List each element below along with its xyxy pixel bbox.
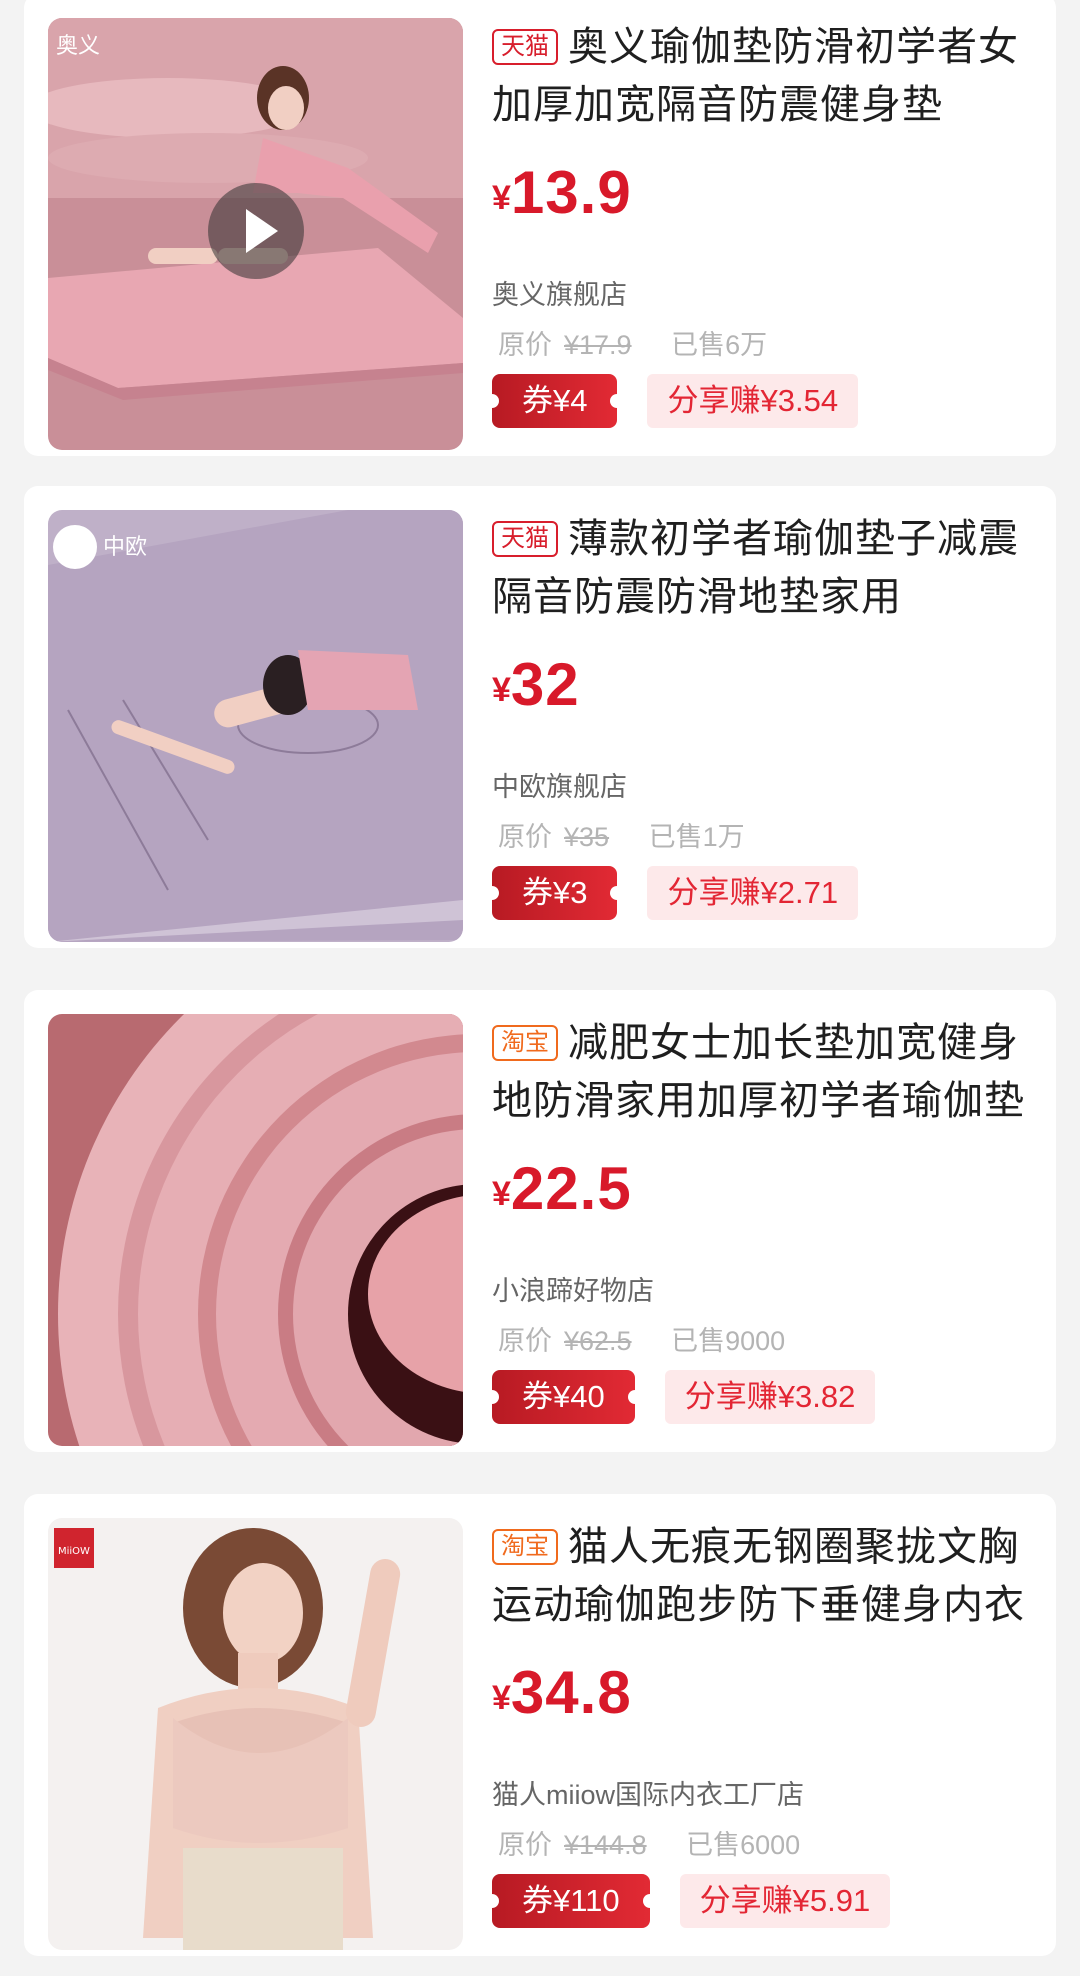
- product-actions: 券¥110 分享赚¥5.91: [485, 1874, 891, 1928]
- original-price-value: ¥35: [564, 822, 610, 852]
- brand-logo: 奥义: [56, 34, 100, 59]
- product-info: 淘宝 猫人无痕无钢圈聚拢文胸运动瑜伽跑步防下垂健身内衣 ¥34.8 猫人miiow…: [485, 1518, 1032, 1950]
- coupon-button[interactable]: 券¥110: [485, 1874, 657, 1928]
- original-price-label: 原价: [498, 1830, 552, 1860]
- price-meta: 原价 ¥35 已售1万: [498, 815, 745, 854]
- price-value: 22.5: [510, 1155, 632, 1222]
- shop-name[interactable]: 小浪蹄好物店: [492, 1269, 654, 1308]
- sold-count: 已售9000: [671, 1326, 786, 1356]
- shop-name[interactable]: 奥义旗舰店: [492, 273, 627, 312]
- product-title-text: 猫人无痕无钢圈聚拢文胸运动瑜伽跑步防下垂健身内衣: [492, 1525, 1025, 1627]
- shop-name[interactable]: 中欧旗舰店: [492, 765, 627, 804]
- product-title[interactable]: 淘宝 减肥女士加长垫加宽健身地防滑家用加厚初学者瑜伽垫: [492, 1014, 1032, 1130]
- brand-logo: MiiOW: [58, 1546, 90, 1557]
- sold-count: 已售1万: [648, 822, 745, 852]
- share-earn-button[interactable]: 分享赚¥3.54: [647, 374, 859, 428]
- currency-symbol: ¥: [492, 1679, 511, 1717]
- price: ¥22.5: [492, 1154, 632, 1223]
- product-image[interactable]: MiiOW: [48, 1518, 463, 1950]
- share-earn-button[interactable]: 分享赚¥3.82: [664, 1370, 876, 1424]
- product-image[interactable]: [48, 1014, 463, 1446]
- product-info: 天猫 薄款初学者瑜伽垫子减震隔音防震防滑地垫家用 ¥32 中欧旗舰店 原价 ¥35 …: [484, 510, 1032, 942]
- platform-badge: 淘宝: [492, 1025, 558, 1061]
- coupon-button[interactable]: 券¥4: [484, 374, 625, 428]
- original-price-value: ¥144.8: [564, 1830, 647, 1860]
- price-meta: 原价 ¥17.9 已售6万: [498, 323, 767, 362]
- original-price: 原价 ¥62.5: [498, 1326, 632, 1356]
- price: ¥34.8: [492, 1658, 632, 1727]
- currency-symbol: ¥: [492, 671, 511, 709]
- product-title-text: 奥义瑜伽垫防滑初学者女加厚加宽隔音防震健身垫: [492, 25, 1019, 127]
- price-value: 34.8: [510, 1659, 632, 1726]
- product-title[interactable]: 淘宝 猫人无痕无钢圈聚拢文胸运动瑜伽跑步防下垂健身内衣: [492, 1518, 1032, 1634]
- original-price-label: 原价: [498, 330, 552, 360]
- price: ¥13.9: [492, 158, 632, 227]
- coupon-button[interactable]: 券¥40: [485, 1370, 642, 1424]
- original-price-label: 原价: [498, 1326, 552, 1356]
- platform-badge: 淘宝: [492, 1529, 558, 1565]
- product-card[interactable]: MiiOW 淘宝 猫人无痕无钢圈聚拢文胸运动瑜伽跑步防下垂健身内衣 ¥34.8 猫…: [24, 1494, 1056, 1956]
- sold-count: 已售6000: [686, 1830, 801, 1860]
- coupon-button[interactable]: 券¥3: [484, 866, 625, 920]
- share-earn-button[interactable]: 分享赚¥5.91: [679, 1874, 891, 1928]
- currency-symbol: ¥: [492, 1175, 511, 1213]
- product-image[interactable]: 奥义: [48, 18, 463, 450]
- product-card[interactable]: 淘宝 减肥女士加长垫加宽健身地防滑家用加厚初学者瑜伽垫 ¥22.5 小浪蹄好物店 …: [24, 990, 1056, 1452]
- share-earn-button[interactable]: 分享赚¥2.71: [647, 866, 859, 920]
- original-price: 原价 ¥35: [498, 822, 609, 852]
- price-value: 13.9: [510, 159, 632, 226]
- original-price: 原价 ¥144.8: [498, 1830, 647, 1860]
- product-actions: 券¥40 分享赚¥3.82: [485, 1370, 876, 1424]
- original-price-value: ¥62.5: [564, 1326, 632, 1356]
- price-meta: 原价 ¥144.8 已售6000: [498, 1823, 800, 1862]
- product-title[interactable]: 天猫 薄款初学者瑜伽垫子减震隔音防震防滑地垫家用: [492, 510, 1032, 626]
- product-card[interactable]: 中欧 天猫 薄款初学者瑜伽垫子减震隔音防震防滑地垫家用 ¥32 中欧旗舰店 原价 ¥…: [24, 486, 1056, 948]
- price-value: 32: [510, 651, 580, 718]
- product-info: 淘宝 减肥女士加长垫加宽健身地防滑家用加厚初学者瑜伽垫 ¥22.5 小浪蹄好物店 …: [485, 1014, 1032, 1446]
- product-actions: 券¥4 分享赚¥3.54: [484, 374, 859, 428]
- price-meta: 原价 ¥62.5 已售9000: [498, 1319, 785, 1358]
- product-title-text: 减肥女士加长垫加宽健身地防滑家用加厚初学者瑜伽垫: [492, 1021, 1025, 1123]
- shop-name[interactable]: 猫人miiow国际内衣工厂店: [492, 1773, 804, 1812]
- currency-symbol: ¥: [492, 179, 511, 217]
- original-price-value: ¥17.9: [564, 330, 632, 360]
- sold-count: 已售6万: [671, 330, 768, 360]
- platform-badge: 天猫: [492, 521, 558, 557]
- original-price-label: 原价: [498, 822, 552, 852]
- product-image[interactable]: 中欧: [48, 510, 463, 942]
- play-icon[interactable]: [208, 183, 304, 279]
- product-actions: 券¥3 分享赚¥2.71: [484, 866, 859, 920]
- product-card[interactable]: 奥义 天猫 奥义瑜伽垫防滑初学者女加厚加宽隔音防震健身垫 ¥13.9 奥义旗舰店 …: [24, 0, 1056, 456]
- price: ¥32: [492, 650, 580, 719]
- product-list: 奥义 天猫 奥义瑜伽垫防滑初学者女加厚加宽隔音防震健身垫 ¥13.9 奥义旗舰店 …: [0, 0, 1080, 1976]
- platform-badge: 天猫: [492, 29, 558, 65]
- original-price: 原价 ¥17.9: [498, 330, 632, 360]
- product-info: 天猫 奥义瑜伽垫防滑初学者女加厚加宽隔音防震健身垫 ¥13.9 奥义旗舰店 原价 ¥…: [484, 18, 1032, 450]
- product-title-text: 薄款初学者瑜伽垫子减震隔音防震防滑地垫家用: [492, 517, 1019, 619]
- product-title[interactable]: 天猫 奥义瑜伽垫防滑初学者女加厚加宽隔音防震健身垫: [492, 18, 1032, 134]
- brand-logo: 中欧: [103, 535, 147, 560]
